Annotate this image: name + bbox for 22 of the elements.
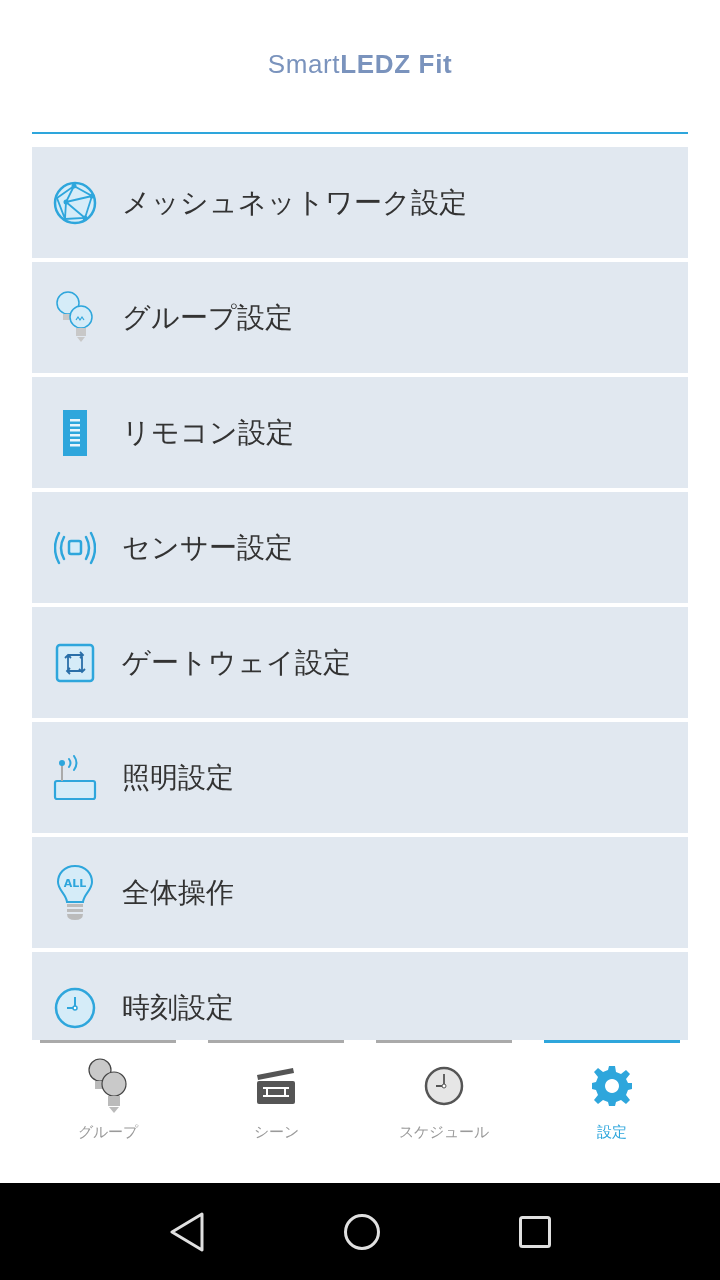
- home-icon[interactable]: [343, 1212, 381, 1251]
- light-bulbs-icon: [86, 1057, 130, 1115]
- menu-item[interactable]: メッシュネットワーク設定: [32, 147, 688, 258]
- settings-icon: [591, 1065, 633, 1107]
- globe-icon: [52, 179, 98, 226]
- clapperboard-icon: [256, 1067, 296, 1105]
- menu-item[interactable]: 照明設定: [32, 722, 688, 833]
- menu-item[interactable]: グループ設定: [32, 262, 688, 373]
- arrows-box-icon: [55, 642, 95, 683]
- clock-icon: [54, 986, 96, 1029]
- app-logo: SmartLEDZ Fit: [267, 47, 453, 81]
- menu-item[interactable]: センサー設定: [32, 492, 688, 603]
- menu-item[interactable]: 時刻設定: [32, 952, 688, 1040]
- remote-control-icon: [62, 408, 88, 457]
- menu-item[interactable]: ALL 全体操作: [32, 837, 688, 948]
- sensor-waves-icon: [54, 530, 96, 565]
- menu-item[interactable]: リモコン設定: [32, 377, 688, 488]
- back-icon[interactable]: [169, 1211, 205, 1252]
- recents-icon[interactable]: [519, 1215, 551, 1248]
- clock-icon: [424, 1066, 464, 1106]
- menu-item[interactable]: ゲートウェイ設定: [32, 607, 688, 718]
- router-icon: [53, 754, 97, 801]
